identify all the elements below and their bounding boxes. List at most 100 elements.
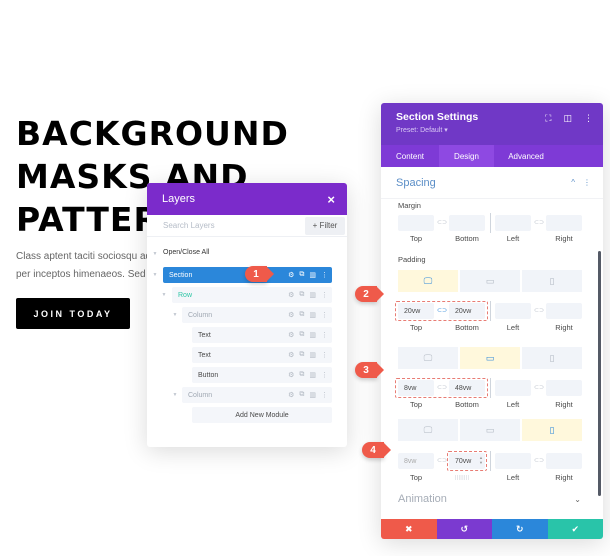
margin-bottom-input[interactable] bbox=[449, 215, 485, 231]
trash-icon[interactable]: ▥ bbox=[309, 371, 316, 379]
scrollbar[interactable] bbox=[598, 251, 601, 496]
duplicate-icon[interactable]: ⧉ bbox=[299, 371, 304, 379]
drag-handle[interactable]: |||||||| bbox=[455, 475, 469, 481]
tab-content[interactable]: Content bbox=[381, 145, 439, 167]
more-icon[interactable]: ⋮ bbox=[321, 311, 328, 319]
more-icon[interactable]: ⋮ bbox=[321, 351, 328, 359]
close-icon: ✖ bbox=[404, 523, 413, 534]
layer-column[interactable]: Column ⚙ ⧉ ▥ ⋮ bbox=[182, 307, 332, 323]
caret-icon[interactable]: ▼ bbox=[171, 312, 179, 318]
more-icon[interactable]: ⋮ bbox=[321, 271, 328, 279]
caret-icon[interactable]: ▼ bbox=[151, 251, 159, 257]
trash-icon[interactable]: ▥ bbox=[309, 331, 316, 339]
layers-header: Layers × bbox=[147, 183, 347, 215]
margin-left-input[interactable] bbox=[495, 215, 531, 231]
layer-row[interactable]: Row ⚙ ⧉ ▥ ⋮ bbox=[172, 287, 332, 303]
layer-module-text[interactable]: Text ⚙ ⧉ ▥ ⋮ bbox=[192, 327, 332, 343]
layer-module-button[interactable]: Button ⚙ ⧉ ▥ ⋮ bbox=[192, 367, 332, 383]
expand-icon[interactable]: ⛶ bbox=[545, 113, 551, 124]
duplicate-icon[interactable]: ⧉ bbox=[299, 391, 304, 399]
link-icon[interactable]: ⊂⊃ bbox=[534, 219, 544, 226]
link-icon[interactable]: ⊂⊃ bbox=[437, 219, 447, 226]
device-phone-tab[interactable]: ▯ bbox=[522, 419, 582, 441]
device-tablet-tab[interactable]: ▭ bbox=[460, 270, 520, 292]
margin-right-input[interactable] bbox=[546, 215, 582, 231]
gear-icon[interactable]: ⚙ bbox=[288, 391, 294, 399]
padding-top-input-tablet[interactable]: 8vw bbox=[398, 380, 434, 396]
trash-icon[interactable]: ▥ bbox=[309, 271, 316, 279]
caret-icon[interactable]: ▼ bbox=[151, 272, 159, 278]
trash-icon[interactable]: ▥ bbox=[309, 351, 316, 359]
padding-right-input[interactable] bbox=[546, 303, 582, 319]
chevron-up-icon[interactable]: ^ bbox=[571, 178, 575, 187]
padding-left-input-tablet[interactable] bbox=[495, 380, 531, 396]
spacing-section-header[interactable]: Spacing ^ ⋮ bbox=[381, 167, 603, 199]
tab-design[interactable]: Design bbox=[439, 145, 494, 167]
link-icon[interactable]: ⊂⊃ bbox=[534, 384, 544, 391]
padding-bottom-input[interactable]: 20vw bbox=[449, 303, 485, 319]
gear-icon[interactable]: ⚙ bbox=[288, 311, 294, 319]
device-phone-tab[interactable]: ▯ bbox=[522, 347, 582, 369]
device-tablet-tab[interactable]: ▭ bbox=[460, 347, 520, 369]
padding-top-input[interactable]: 20vw bbox=[398, 303, 434, 319]
undo-button[interactable]: ↺ bbox=[436, 519, 492, 539]
padding-left-input[interactable] bbox=[495, 303, 531, 319]
trash-icon[interactable]: ▥ bbox=[309, 391, 316, 399]
duplicate-icon[interactable]: ⧉ bbox=[299, 271, 304, 279]
layer-column[interactable]: Column ⚙ ⧉ ▥ ⋮ bbox=[182, 387, 332, 403]
more-icon[interactable]: ⋮ bbox=[321, 291, 328, 299]
duplicate-icon[interactable]: ⧉ bbox=[299, 331, 304, 339]
padding-top-input-phone[interactable]: 8vw bbox=[398, 453, 434, 469]
duplicate-icon[interactable]: ⧉ bbox=[299, 311, 304, 319]
more-icon[interactable]: ⋮ bbox=[583, 178, 591, 187]
tab-advanced[interactable]: Advanced bbox=[494, 145, 558, 167]
cancel-button[interactable]: ✖ bbox=[381, 519, 437, 539]
preset-dropdown[interactable]: Preset: Default ▾ bbox=[396, 126, 603, 134]
animation-section-header[interactable]: Animation ⌄ bbox=[381, 483, 603, 515]
duplicate-icon[interactable]: ⧉ bbox=[299, 291, 304, 299]
padding-left-input-phone[interactable] bbox=[495, 453, 531, 469]
stepper-icon[interactable]: ▲ ▼ bbox=[479, 455, 483, 465]
device-phone-tab[interactable]: ▯ bbox=[522, 270, 582, 292]
gear-icon[interactable]: ⚙ bbox=[288, 291, 294, 299]
more-icon[interactable]: ⋮ bbox=[321, 331, 328, 339]
search-layers-input[interactable] bbox=[147, 221, 305, 230]
filter-button[interactable]: + Filter bbox=[305, 216, 345, 235]
layer-module-text[interactable]: Text ⚙ ⧉ ▥ ⋮ bbox=[192, 347, 332, 363]
save-button[interactable]: ✔ bbox=[547, 519, 603, 539]
device-desktop-tab[interactable]: 🖵 bbox=[398, 347, 458, 369]
link-icon[interactable]: ⊂⊃ bbox=[437, 384, 447, 391]
more-icon[interactable]: ⋮ bbox=[584, 113, 593, 124]
link-icon[interactable]: ⊂⊃ bbox=[534, 307, 544, 314]
padding-right-input-tablet[interactable] bbox=[546, 380, 582, 396]
device-tablet-tab[interactable]: ▭ bbox=[460, 419, 520, 441]
undo-icon: ↺ bbox=[460, 523, 469, 534]
join-today-button[interactable]: JOIN TODAY bbox=[16, 298, 130, 329]
open-close-all-toggle[interactable]: Open/Close All bbox=[163, 249, 209, 256]
padding-right-input-phone[interactable] bbox=[546, 453, 582, 469]
device-desktop-tab[interactable]: 🖵 bbox=[398, 419, 458, 441]
more-icon[interactable]: ⋮ bbox=[321, 371, 328, 379]
redo-button[interactable]: ↻ bbox=[492, 519, 548, 539]
gear-icon[interactable]: ⚙ bbox=[288, 351, 294, 359]
gear-icon[interactable]: ⚙ bbox=[288, 371, 294, 379]
trash-icon[interactable]: ▥ bbox=[309, 311, 316, 319]
label-bottom: Bottom bbox=[455, 234, 479, 243]
padding-bottom-input-tablet[interactable]: 48vw bbox=[449, 380, 485, 396]
split-view-icon[interactable]: ◫ bbox=[563, 113, 572, 124]
gear-icon[interactable]: ⚙ bbox=[288, 271, 294, 279]
more-icon[interactable]: ⋮ bbox=[321, 391, 328, 399]
gear-icon[interactable]: ⚙ bbox=[288, 331, 294, 339]
phone-icon: ▯ bbox=[549, 352, 555, 363]
caret-icon[interactable]: ▼ bbox=[171, 392, 179, 398]
margin-top-input[interactable] bbox=[398, 215, 434, 231]
close-icon[interactable]: × bbox=[327, 192, 335, 207]
device-desktop-tab[interactable]: 🖵 bbox=[398, 270, 458, 292]
link-icon[interactable]: ⊂⊃ bbox=[437, 307, 447, 314]
add-new-module-button[interactable]: Add New Module bbox=[192, 407, 332, 423]
link-icon[interactable]: ⊂⊃ bbox=[534, 457, 544, 464]
caret-icon[interactable]: ▼ bbox=[160, 292, 168, 298]
trash-icon[interactable]: ▥ bbox=[309, 291, 316, 299]
duplicate-icon[interactable]: ⧉ bbox=[299, 351, 304, 359]
link-icon[interactable]: ⊂⊃ bbox=[437, 457, 447, 464]
